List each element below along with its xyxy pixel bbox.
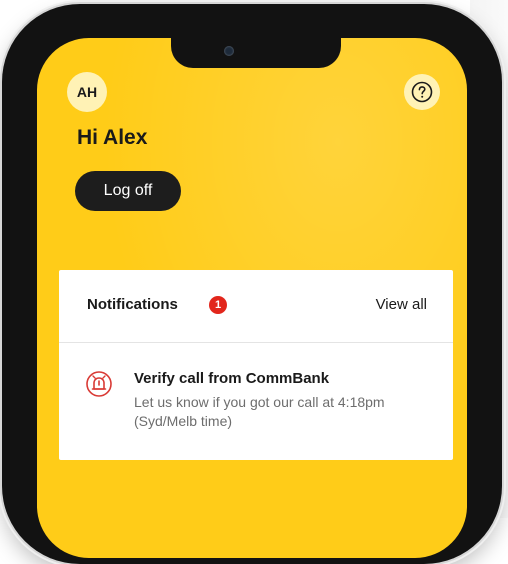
- phone-screen: AH Hi Alex Log off Notifications 1 View …: [37, 38, 467, 558]
- notification-title: Verify call from CommBank: [134, 370, 330, 387]
- notifications-card: Notifications 1 View all Verify call fro…: [59, 270, 453, 460]
- view-all-link[interactable]: View all: [376, 296, 427, 313]
- notifications-header: Notifications 1 View all: [59, 270, 453, 343]
- log-off-button[interactable]: Log off: [75, 171, 181, 211]
- phone-notch: [171, 38, 341, 68]
- help-button[interactable]: [404, 74, 440, 110]
- avatar[interactable]: AH: [67, 72, 107, 112]
- front-camera: [224, 46, 234, 56]
- question-mark-circle-icon: [411, 81, 433, 103]
- notification-body: Let us know if you got our call at 4:18p…: [134, 394, 385, 429]
- alarm-bell-icon: [86, 371, 112, 397]
- notifications-title: Notifications: [87, 296, 178, 313]
- greeting-title: Hi Alex: [77, 126, 148, 149]
- notification-count-badge: 1: [209, 296, 227, 314]
- phone-frame: AH Hi Alex Log off Notifications 1 View …: [2, 4, 502, 564]
